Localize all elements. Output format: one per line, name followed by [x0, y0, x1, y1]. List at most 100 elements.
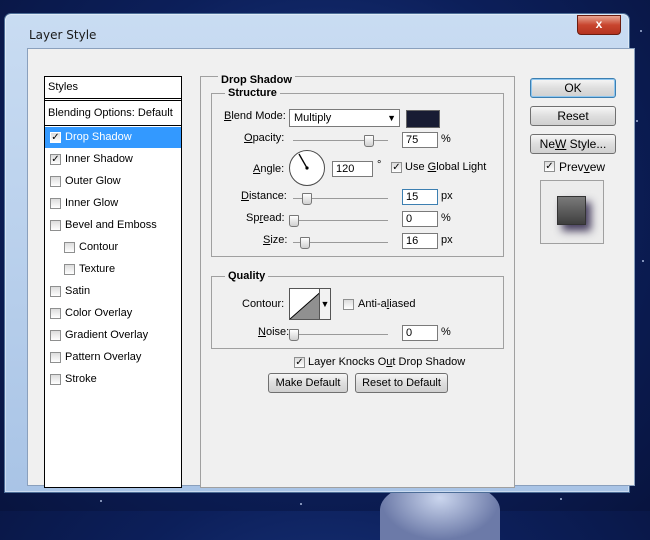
style-item-checkbox[interactable]: ✓ [50, 132, 61, 143]
style-item-label: Gradient Overlay [65, 329, 149, 341]
style-item-checkbox[interactable] [50, 220, 61, 231]
distance-slider-thumb[interactable] [302, 193, 312, 205]
distance-label: Distance: [241, 190, 287, 202]
style-item-contour[interactable]: Contour [45, 237, 181, 258]
style-item-pattern-overlay[interactable]: Pattern Overlay [45, 347, 181, 368]
blending-options[interactable]: Blending Options: Default [45, 103, 181, 124]
size-slider-thumb[interactable] [300, 237, 310, 249]
noise-label: Noise: [258, 326, 290, 338]
preview-checkbox[interactable]: ✓ [544, 161, 555, 172]
style-item-label: Bevel and Emboss [65, 219, 157, 231]
ok-button[interactable]: OK [530, 78, 616, 98]
shadow-color-swatch[interactable] [406, 110, 440, 128]
new-style-button[interactable]: NeW Style... [530, 134, 616, 154]
spread-input[interactable]: 0 [402, 211, 438, 227]
style-item-checkbox[interactable] [50, 330, 61, 341]
size-unit: px [441, 234, 453, 246]
styles-list: Styles Blending Options: Default ✓ Drop S… [44, 76, 182, 488]
blend-mode-value: Multiply [294, 112, 332, 124]
style-item-checkbox[interactable]: ✓ [50, 154, 61, 165]
checkmark-icon: ✓ [295, 357, 304, 368]
distance-unit: px [441, 190, 453, 202]
style-item-checkbox[interactable] [50, 176, 61, 187]
noise-unit: % [441, 326, 451, 338]
style-item-checkbox[interactable] [50, 352, 61, 363]
style-item-checkbox[interactable] [50, 308, 61, 319]
style-item-outer-glow[interactable]: Outer Glow [45, 171, 181, 192]
style-item-satin[interactable]: Satin [45, 281, 181, 302]
style-item-label: Stroke [65, 373, 97, 385]
style-item-inner-shadow[interactable]: ✓ Inner Shadow [45, 149, 181, 170]
preview-swatch [557, 196, 586, 225]
knocks-out-label: Layer Knocks Out Drop Shadow [308, 356, 466, 368]
style-item-checkbox[interactable] [50, 286, 61, 297]
spread-unit: % [441, 212, 451, 224]
make-default-button[interactable]: Make Default [268, 373, 348, 393]
checkmark-icon: ✓ [51, 132, 60, 143]
opacity-label: Opacity: [244, 132, 285, 144]
style-item-gradient-overlay[interactable]: Gradient Overlay [45, 325, 181, 346]
blend-mode-label: Blend Mode: [224, 110, 286, 122]
blend-mode-select[interactable]: Multiply ▼ [289, 109, 400, 127]
section-title: Drop Shadow [218, 74, 295, 86]
star [636, 120, 638, 122]
style-item-label: Texture [79, 263, 116, 275]
chevron-down-icon: ▼ [387, 113, 396, 123]
angle-dial[interactable] [289, 150, 325, 186]
dialog-client: Styles Blending Options: Default ✓ Drop S… [27, 48, 635, 488]
spread-label: Spread: [246, 212, 285, 224]
star [100, 500, 102, 502]
opacity-input[interactable]: 75 [402, 132, 438, 148]
style-item-bevel-and-emboss[interactable]: Bevel and Emboss [45, 215, 181, 236]
angle-input[interactable]: 120 [332, 161, 373, 177]
divider [45, 100, 181, 101]
size-input[interactable]: 16 [402, 233, 438, 249]
distance-input[interactable]: 15 [402, 189, 438, 205]
quality-title: Quality [225, 270, 269, 282]
opacity-unit: % [441, 133, 451, 145]
knocks-out-checkbox[interactable]: ✓ [294, 357, 305, 368]
use-global-light-label: Use Global Light [405, 161, 487, 173]
style-item-label: Satin [65, 285, 91, 297]
quality-group [211, 276, 504, 349]
style-item-label: Color Overlay [65, 307, 133, 319]
spread-slider-thumb[interactable] [289, 215, 299, 227]
style-item-color-overlay[interactable]: Color Overlay [45, 303, 181, 324]
reset-to-default-button[interactable]: Reset to Default [355, 373, 448, 393]
blending-options-label: Blending Options: Default [48, 107, 173, 119]
opacity-slider-thumb[interactable] [364, 135, 374, 147]
style-item-checkbox[interactable] [64, 264, 75, 275]
style-item-checkbox[interactable] [64, 242, 75, 253]
style-item-checkbox[interactable] [50, 198, 61, 209]
angle-label: Angle: [253, 163, 285, 175]
star [560, 498, 562, 500]
style-item-texture[interactable]: Texture [45, 259, 181, 280]
noise-slider-track[interactable] [293, 334, 388, 335]
style-item-checkbox[interactable] [50, 374, 61, 385]
divider [45, 125, 181, 126]
star [300, 503, 302, 505]
style-item-stroke[interactable]: Stroke [45, 369, 181, 390]
layer-style-dialog: Layer Style x Styles Blending Options: D… [4, 13, 635, 493]
use-global-light-checkbox[interactable]: ✓ [391, 162, 402, 173]
noise-input[interactable]: 0 [402, 325, 438, 341]
close-button[interactable]: x [577, 15, 621, 35]
drop-shadow-panel: Drop Shadow Structure Blend Mode: Multip… [200, 74, 515, 488]
contour-label: Contour: [242, 298, 285, 310]
noise-slider-thumb[interactable] [289, 329, 299, 341]
checkmark-icon: ✓ [51, 154, 60, 165]
style-item-label: Inner Shadow [65, 153, 133, 165]
contour-dropdown-button[interactable]: ▼ [319, 288, 331, 320]
angle-needle-icon [298, 153, 309, 170]
style-item-label: Drop Shadow [65, 131, 132, 143]
structure-title: Structure [225, 87, 280, 99]
reset-button[interactable]: Reset [530, 106, 616, 126]
style-item-drop-shadow[interactable]: ✓ Drop Shadow [45, 127, 181, 148]
styles-header[interactable]: Styles [45, 77, 181, 99]
star [642, 260, 644, 262]
anti-aliased-label: Anti-aliased [358, 298, 416, 310]
anti-aliased-checkbox[interactable] [343, 299, 354, 310]
style-item-inner-glow[interactable]: Inner Glow [45, 193, 181, 214]
spread-slider-track[interactable] [293, 220, 388, 221]
chevron-down-icon: ▼ [320, 299, 330, 309]
